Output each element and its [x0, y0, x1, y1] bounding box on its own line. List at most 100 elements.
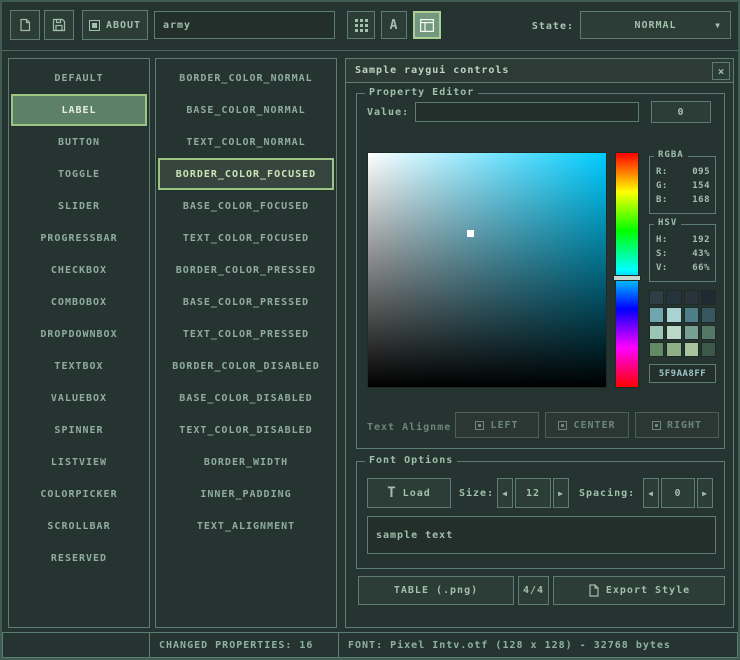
hsv-group: HSV H: 192 S: 43% V: 66%: [649, 224, 716, 282]
control-item[interactable]: COLORPICKER: [9, 478, 149, 510]
font-options-title: Font Options: [365, 455, 457, 466]
font-options-group: Font Options T Load Size: ◀ 12 ▶ Spacing…: [356, 461, 725, 569]
export-format-label: TABLE (.png): [394, 585, 478, 596]
control-item[interactable]: BUTTON: [9, 126, 149, 158]
hue-slider[interactable]: [615, 152, 639, 388]
font-load-button[interactable]: T Load: [367, 478, 451, 508]
save-style-button[interactable]: [44, 10, 74, 40]
control-item[interactable]: VALUEBOX: [9, 382, 149, 414]
align-right-button[interactable]: RIGHT: [635, 412, 719, 438]
control-item[interactable]: COMBOBOX: [9, 286, 149, 318]
control-item[interactable]: SPINNER: [9, 414, 149, 446]
properties-list-panel: BORDER_COLOR_NORMAL BASE_COLOR_NORMAL TE…: [155, 58, 337, 628]
style-grid-button[interactable]: [347, 11, 375, 39]
color-saturation-value-panel[interactable]: [367, 152, 607, 388]
property-item[interactable]: TEXT_COLOR_DISABLED: [156, 414, 336, 446]
state-label: State:: [502, 21, 574, 32]
size-decrease-button[interactable]: ◀: [497, 478, 513, 508]
palette-swatch[interactable]: [649, 307, 664, 322]
palette-swatch[interactable]: [666, 325, 681, 340]
size-increase-button[interactable]: ▶: [553, 478, 569, 508]
palette-swatch[interactable]: [684, 342, 699, 357]
control-item[interactable]: SCROLLBAR: [9, 510, 149, 542]
s-value: 43%: [692, 249, 710, 259]
state-dropdown[interactable]: NORMAL ▼: [580, 11, 731, 39]
arrow-right-icon: ▶: [702, 489, 708, 498]
property-item[interactable]: BASE_COLOR_PRESSED: [156, 286, 336, 318]
style-name-input[interactable]: [154, 11, 335, 39]
property-item-selected[interactable]: BORDER_COLOR_FOCUSED: [158, 158, 334, 190]
palette-swatch[interactable]: [684, 307, 699, 322]
palette-swatch[interactable]: [701, 325, 716, 340]
state-dropdown-value: NORMAL: [634, 20, 676, 31]
sample-text-input[interactable]: [367, 516, 716, 554]
property-item[interactable]: TEXT_COLOR_PRESSED: [156, 318, 336, 350]
palette-swatch[interactable]: [666, 342, 681, 357]
property-item[interactable]: BORDER_COLOR_NORMAL: [156, 62, 336, 94]
close-button[interactable]: ×: [712, 62, 730, 80]
value-mode-button[interactable]: 0: [651, 101, 711, 123]
palette-swatch[interactable]: [684, 325, 699, 340]
property-item[interactable]: INNER_PADDING: [156, 478, 336, 510]
export-format-button[interactable]: TABLE (.png): [358, 576, 514, 605]
rgba-row-r: R: 095: [656, 167, 710, 177]
align-center-label: CENTER: [573, 420, 615, 431]
control-item[interactable]: LISTVIEW: [9, 446, 149, 478]
hex-value-box[interactable]: 5F9AA8FF: [649, 364, 716, 383]
control-item[interactable]: PROGRESSBAR: [9, 222, 149, 254]
palette-swatch[interactable]: [701, 307, 716, 322]
property-item[interactable]: BORDER_COLOR_DISABLED: [156, 350, 336, 382]
property-item[interactable]: TEXT_COLOR_NORMAL: [156, 126, 336, 158]
palette-swatch[interactable]: [666, 307, 681, 322]
changed-properties-text: CHANGED PROPERTIES: 16: [159, 640, 313, 651]
font-preview-button[interactable]: A: [381, 11, 407, 39]
control-item[interactable]: RESERVED: [9, 542, 149, 574]
palette-swatch[interactable]: [649, 325, 664, 340]
control-item[interactable]: CHECKBOX: [9, 254, 149, 286]
statusbar-spacer: [2, 632, 150, 658]
sample-window-titlebar[interactable]: Sample raygui controls: [346, 59, 733, 83]
spacing-increase-button[interactable]: ▶: [697, 478, 713, 508]
palette-swatch[interactable]: [701, 342, 716, 357]
align-left-button[interactable]: LEFT: [455, 412, 539, 438]
text-alignment-label: Text Alignme: [367, 422, 451, 433]
export-style-button[interactable]: Export Style: [553, 576, 725, 605]
value-input[interactable]: [415, 102, 639, 122]
palette-swatch[interactable]: [684, 290, 699, 305]
info-icon: [89, 20, 100, 31]
control-item[interactable]: DEFAULT: [9, 62, 149, 94]
property-item[interactable]: TEXT_ALIGNMENT: [156, 510, 336, 542]
control-item-selected[interactable]: LABEL: [11, 94, 147, 126]
spacing-value-box[interactable]: 0: [661, 478, 695, 508]
property-item[interactable]: BASE_COLOR_NORMAL: [156, 94, 336, 126]
property-item[interactable]: BASE_COLOR_FOCUSED: [156, 190, 336, 222]
align-center-button[interactable]: CENTER: [545, 412, 629, 438]
property-item[interactable]: BASE_COLOR_DISABLED: [156, 382, 336, 414]
palette-swatch[interactable]: [649, 342, 664, 357]
about-button[interactable]: ABOUT: [82, 10, 148, 40]
hue-slider-handle[interactable]: [613, 275, 641, 281]
sample-controls-window: Sample raygui controls × Property Editor…: [345, 58, 734, 628]
color-picker-cursor[interactable]: [467, 230, 474, 237]
r-label: R:: [656, 167, 668, 177]
page-indicator-box[interactable]: 4/4: [518, 576, 549, 605]
property-item[interactable]: BORDER_WIDTH: [156, 446, 336, 478]
hsv-row-s: S: 43%: [656, 249, 710, 259]
new-style-button[interactable]: [10, 10, 40, 40]
chevron-down-icon: ▼: [715, 21, 721, 30]
palette-swatch[interactable]: [649, 290, 664, 305]
s-label: S:: [656, 249, 668, 259]
font-info-text: FONT: Pixel Intv.otf (128 x 128) - 32768…: [348, 640, 671, 651]
control-item[interactable]: TOGGLE: [9, 158, 149, 190]
control-item[interactable]: SLIDER: [9, 190, 149, 222]
table-view-button[interactable]: [413, 11, 441, 39]
palette-swatch[interactable]: [701, 290, 716, 305]
close-icon: ×: [718, 65, 725, 78]
control-item[interactable]: DROPDOWNBOX: [9, 318, 149, 350]
spacing-decrease-button[interactable]: ◀: [643, 478, 659, 508]
property-item[interactable]: TEXT_COLOR_FOCUSED: [156, 222, 336, 254]
palette-swatch[interactable]: [666, 290, 681, 305]
property-item[interactable]: BORDER_COLOR_PRESSED: [156, 254, 336, 286]
size-value-box[interactable]: 12: [515, 478, 551, 508]
control-item[interactable]: TEXTBOX: [9, 350, 149, 382]
